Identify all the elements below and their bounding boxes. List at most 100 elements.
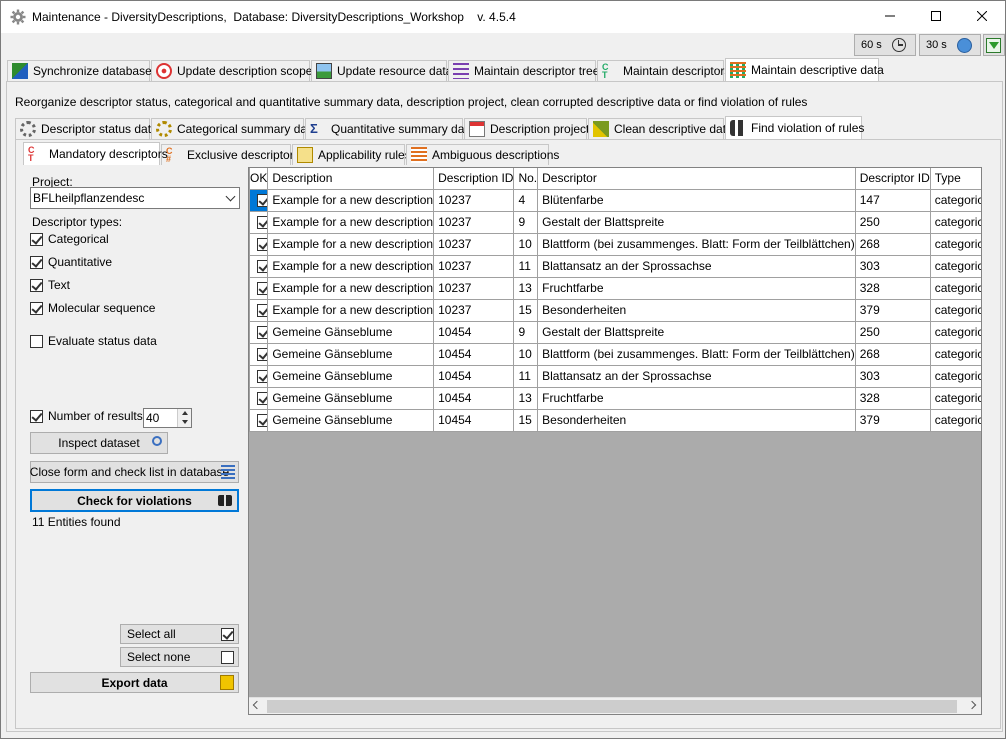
spin-down-icon[interactable] [177, 418, 191, 427]
cell-descriptor[interactable]: Besonderheiten [537, 299, 856, 322]
tab-find-violation-of-rules[interactable]: Find violation of rules [725, 116, 864, 139]
cell-no[interactable]: 9 [513, 211, 539, 234]
cell-description-id[interactable]: 10237 [433, 299, 515, 322]
cell-description-id[interactable]: 10237 [433, 277, 515, 300]
cell-descriptor[interactable]: Gestalt der Blattspreite [537, 321, 856, 344]
cell-description-id[interactable]: 10237 [433, 233, 515, 256]
evaluate-status-checkbox[interactable] [30, 335, 43, 348]
ok-cell[interactable] [249, 387, 269, 410]
cell-description-id[interactable]: 10237 [433, 189, 515, 212]
inspect-dataset-button[interactable]: Inspect dataset [30, 432, 168, 454]
cell-description[interactable]: Example for a new description [267, 277, 435, 300]
table-row[interactable]: Gemeine Gänseblume 10454 15 Besonderheiten 3… [249, 409, 981, 432]
column-header-description-id[interactable]: Description ID [433, 168, 515, 190]
cell-no[interactable]: 10 [513, 233, 539, 256]
cell-description-id[interactable]: 10454 [433, 321, 515, 344]
column-header-description[interactable]: Description [267, 168, 435, 190]
cell-description-id[interactable]: 10454 [433, 343, 515, 366]
molecular-sequence-checkbox[interactable] [30, 302, 43, 315]
cell-descriptor-id[interactable]: 379 [855, 409, 931, 432]
cell-no[interactable]: 15 [513, 299, 539, 322]
table-row[interactable]: Gemeine Gänseblume 10454 10 Blattform (bei … [249, 343, 981, 366]
cell-descriptor-id[interactable]: 250 [855, 211, 931, 234]
cell-descriptor[interactable]: Blattform (bei zusammenges. Blatt: Form … [537, 343, 856, 366]
ok-checkbox[interactable] [257, 259, 267, 273]
cell-description-id[interactable]: 10454 [433, 387, 515, 410]
violations-grid[interactable]: OK Description Description ID No. Descri… [248, 167, 982, 715]
ok-cell[interactable] [249, 365, 269, 388]
cell-no[interactable]: 15 [513, 409, 539, 432]
table-row[interactable]: Example for a new description 10237 11 Blat… [249, 255, 981, 278]
ok-cell[interactable] [249, 321, 269, 344]
save-download-button[interactable] [983, 34, 1005, 56]
tab-maintain-descriptor-trees[interactable]: Maintain descriptor trees [448, 60, 605, 81]
cell-descriptor-id[interactable]: 379 [855, 299, 931, 322]
project-select[interactable]: BFLheilpflanzendesc [30, 187, 240, 209]
cell-type[interactable]: categorica [930, 365, 981, 388]
ok-checkbox[interactable] [257, 215, 267, 229]
tab-categorical-summary-data[interactable]: Categorical summary data [151, 118, 317, 139]
tab-maintain-descriptive-data[interactable]: Maintain descriptive data [725, 58, 884, 81]
ok-cell[interactable] [249, 233, 269, 256]
select-none-button[interactable]: Select none [120, 647, 239, 667]
ok-checkbox[interactable] [257, 325, 267, 339]
cell-descriptor-id[interactable]: 268 [855, 233, 931, 256]
cell-type[interactable]: categorica [930, 409, 981, 432]
cell-description-id[interactable]: 10454 [433, 409, 515, 432]
export-data-button[interactable]: Export data [30, 672, 239, 693]
number-of-results-checkbox[interactable] [30, 410, 43, 423]
cell-no[interactable]: 10 [513, 343, 539, 366]
cell-type[interactable]: categorica [930, 387, 981, 410]
table-row[interactable]: Gemeine Gänseblume 10454 9 Gestalt der Blat… [249, 321, 981, 344]
cell-description[interactable]: Gemeine Gänseblume [267, 409, 435, 432]
tab-quantitative-summary-data[interactable]: Σ Quantitative summary data [305, 118, 474, 139]
tab-synchronize-databases[interactable]: Synchronize databases [7, 60, 158, 81]
ok-cell[interactable] [249, 189, 269, 212]
ok-cell[interactable] [249, 409, 269, 432]
cell-type[interactable]: categorica [930, 255, 981, 278]
cell-type[interactable]: categorica [930, 189, 981, 212]
column-header-descriptor[interactable]: Descriptor [537, 168, 856, 190]
cell-description-id[interactable]: 10454 [433, 365, 515, 388]
cell-descriptor[interactable]: Blattansatz an der Sprossachse [537, 255, 856, 278]
check-for-violations-button[interactable]: Check for violations [30, 489, 239, 512]
column-header-ok[interactable]: OK [249, 168, 269, 190]
cell-description-id[interactable]: 10237 [433, 255, 515, 278]
categorical-checkbox[interactable] [30, 233, 43, 246]
timer-30-button[interactable]: 30 s [919, 34, 981, 56]
column-header-descriptor-id[interactable]: Descriptor ID [855, 168, 931, 190]
tab-applicability-rules[interactable]: Applicability rules [292, 144, 411, 165]
cell-description[interactable]: Gemeine Gänseblume [267, 343, 435, 366]
tab-maintain-descriptors[interactable]: CT Maintain descriptors [597, 60, 730, 81]
ok-checkbox[interactable] [257, 369, 267, 383]
tab-update-description-scopes[interactable]: Update description scopes [151, 60, 318, 81]
ok-cell[interactable] [249, 211, 269, 234]
ok-cell[interactable] [249, 343, 269, 366]
table-row[interactable]: Example for a new description 10237 9 Gesta… [249, 211, 981, 234]
table-row[interactable]: Example for a new description 10237 4 Blüte… [249, 189, 981, 212]
text-checkbox[interactable] [30, 279, 43, 292]
tab-description-project[interactable]: Description project [464, 118, 589, 139]
cell-type[interactable]: categorica [930, 321, 981, 344]
ok-checkbox[interactable] [257, 193, 267, 207]
cell-description[interactable]: Example for a new description [267, 211, 435, 234]
table-row[interactable]: Gemeine Gänseblume 10454 13 Fruchtfarbe 328 c… [249, 387, 981, 410]
cell-descriptor-id[interactable]: 303 [855, 255, 931, 278]
horizontal-scrollbar[interactable] [249, 697, 981, 714]
cell-descriptor-id[interactable]: 147 [855, 189, 931, 212]
close-form-check-list-button[interactable]: Close form and check list in database [30, 461, 239, 483]
cell-no[interactable]: 13 [513, 277, 539, 300]
cell-description[interactable]: Gemeine Gänseblume [267, 365, 435, 388]
ok-checkbox[interactable] [257, 413, 267, 427]
tab-clean-descriptive-data[interactable]: Clean descriptive data [588, 118, 733, 139]
cell-descriptor-id[interactable]: 268 [855, 343, 931, 366]
cell-description[interactable]: Example for a new description [267, 189, 435, 212]
cell-no[interactable]: 11 [513, 365, 539, 388]
cell-type[interactable]: categorica [930, 277, 981, 300]
close-window-button[interactable] [959, 1, 1005, 31]
cell-descriptor-id[interactable]: 328 [855, 387, 931, 410]
ok-cell[interactable] [249, 255, 269, 278]
cell-no[interactable]: 11 [513, 255, 539, 278]
ok-checkbox[interactable] [257, 237, 267, 251]
ok-checkbox[interactable] [257, 347, 267, 361]
